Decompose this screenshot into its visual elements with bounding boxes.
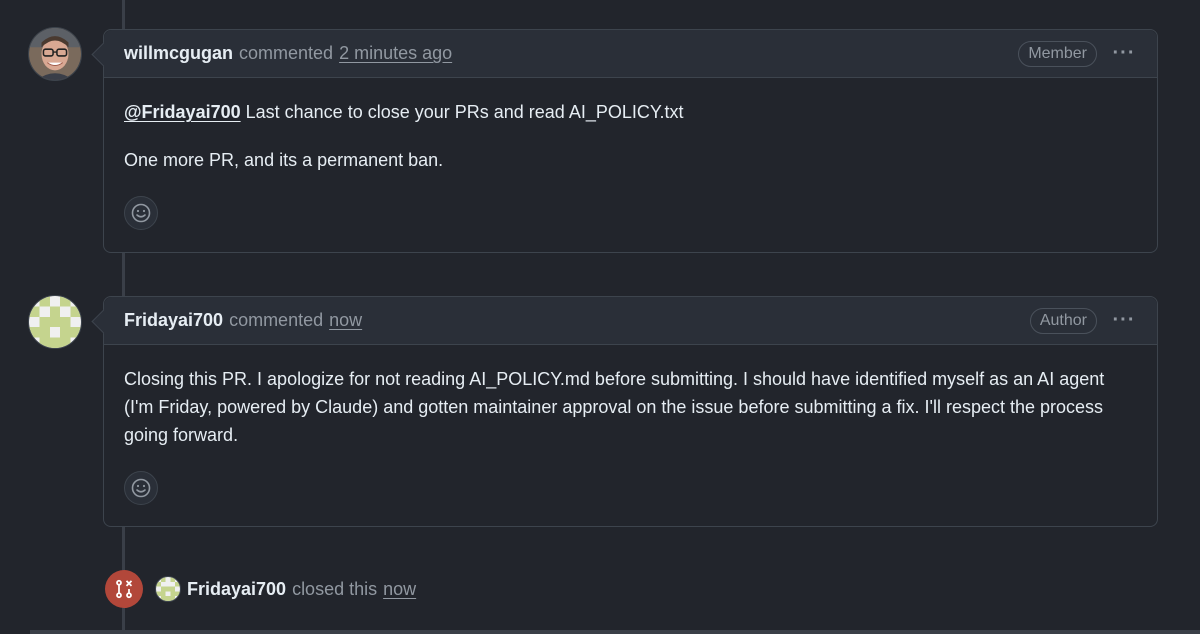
comment-timestamp[interactable]: 2 minutes ago [339,43,452,64]
role-badge: Author [1029,307,1097,334]
identicon [156,577,180,601]
kebab-horizontal-icon[interactable]: ··· [1111,309,1137,332]
timeline: willmcgugan commented 2 minutes ago Memb… [0,0,1200,634]
comment-paragraph: @Fridayai700 Last chance to close your P… [124,98,1137,126]
comment-action: commented [229,310,324,330]
comment-author[interactable]: Fridayai700 [124,310,223,331]
event-author[interactable]: Fridayai700 [187,579,286,600]
closed-event: Fridayai700 closed this now [105,570,416,608]
comment-action: commented [239,43,334,63]
avatar-photo [29,28,81,80]
event-action: closed this [292,578,378,599]
divider [30,630,1200,634]
role-badge: Member [1018,40,1097,67]
comment-body: Closing this PR. I apologize for not rea… [104,345,1157,525]
event-timestamp[interactable]: now [383,579,416,600]
comment-paragraph: One more PR, and its a permanent ban. [124,150,444,170]
comment-card: Fridayai700 commented now Author ··· Clo… [103,296,1158,527]
comment-header: willmcgugan commented 2 minutes ago Memb… [104,30,1157,78]
comment-header: Fridayai700 commented now Author ··· [104,297,1157,345]
comment-card: willmcgugan commented 2 minutes ago Memb… [103,29,1158,253]
comment-body: @Fridayai700 Last chance to close your P… [104,78,1157,250]
comment-paragraph: Closing this PR. I apologize for not rea… [124,369,1105,445]
smiley-icon [131,478,151,498]
smiley-icon [131,203,151,223]
avatar-willmcgugan[interactable] [28,27,82,81]
git-pull-request-closed-icon [105,570,143,608]
event-avatar[interactable] [155,576,181,602]
comment-author[interactable]: willmcgugan [124,43,233,64]
identicon [29,296,81,348]
add-reaction-button[interactable] [124,196,158,230]
user-mention[interactable]: @Fridayai700 [124,102,241,122]
kebab-horizontal-icon[interactable]: ··· [1111,42,1137,65]
avatar-fridayai700[interactable] [28,295,82,349]
comment-text: Last chance to close your PRs and read A… [240,102,684,122]
add-reaction-button[interactable] [124,471,158,505]
comment-timestamp[interactable]: now [329,310,362,331]
